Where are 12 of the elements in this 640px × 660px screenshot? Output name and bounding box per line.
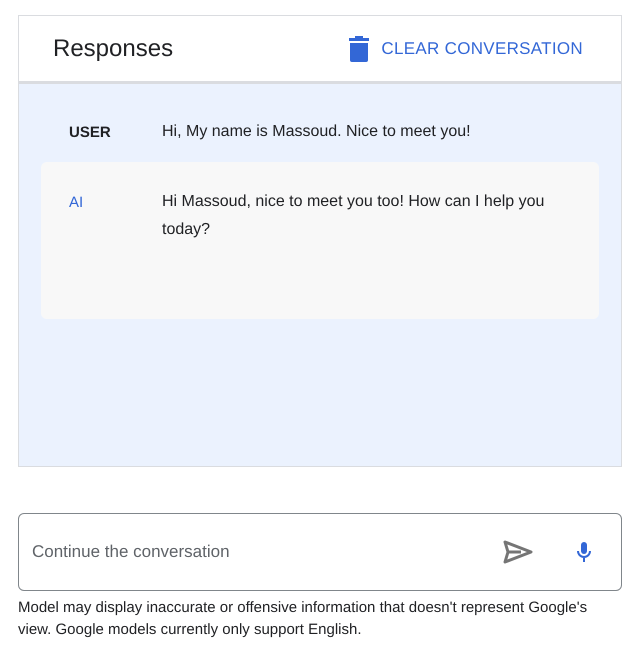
clear-conversation-button[interactable]: CLEAR CONVERSATION xyxy=(349,36,583,62)
conversation-input[interactable]: Continue the conversation xyxy=(18,513,622,591)
speaker-label: USER xyxy=(69,123,112,143)
disclaimer-text: Model may display inaccurate or offensive information that doesn't represent Google's view. Google models currently only support English. xyxy=(18,598,588,640)
message-input[interactable]: Continue the conversation xyxy=(32,539,503,565)
message-text: Hi, My name is Massoud. Nice to meet you! xyxy=(162,122,471,142)
message-text: Hi Massoud, nice to meet you too! How can I help you today? xyxy=(162,192,546,240)
microphone-icon[interactable] xyxy=(577,542,591,562)
trash-icon xyxy=(349,36,370,62)
panel-title: Responses xyxy=(53,34,174,64)
speaker-label: AI xyxy=(69,193,84,213)
send-icon[interactable] xyxy=(503,540,533,564)
